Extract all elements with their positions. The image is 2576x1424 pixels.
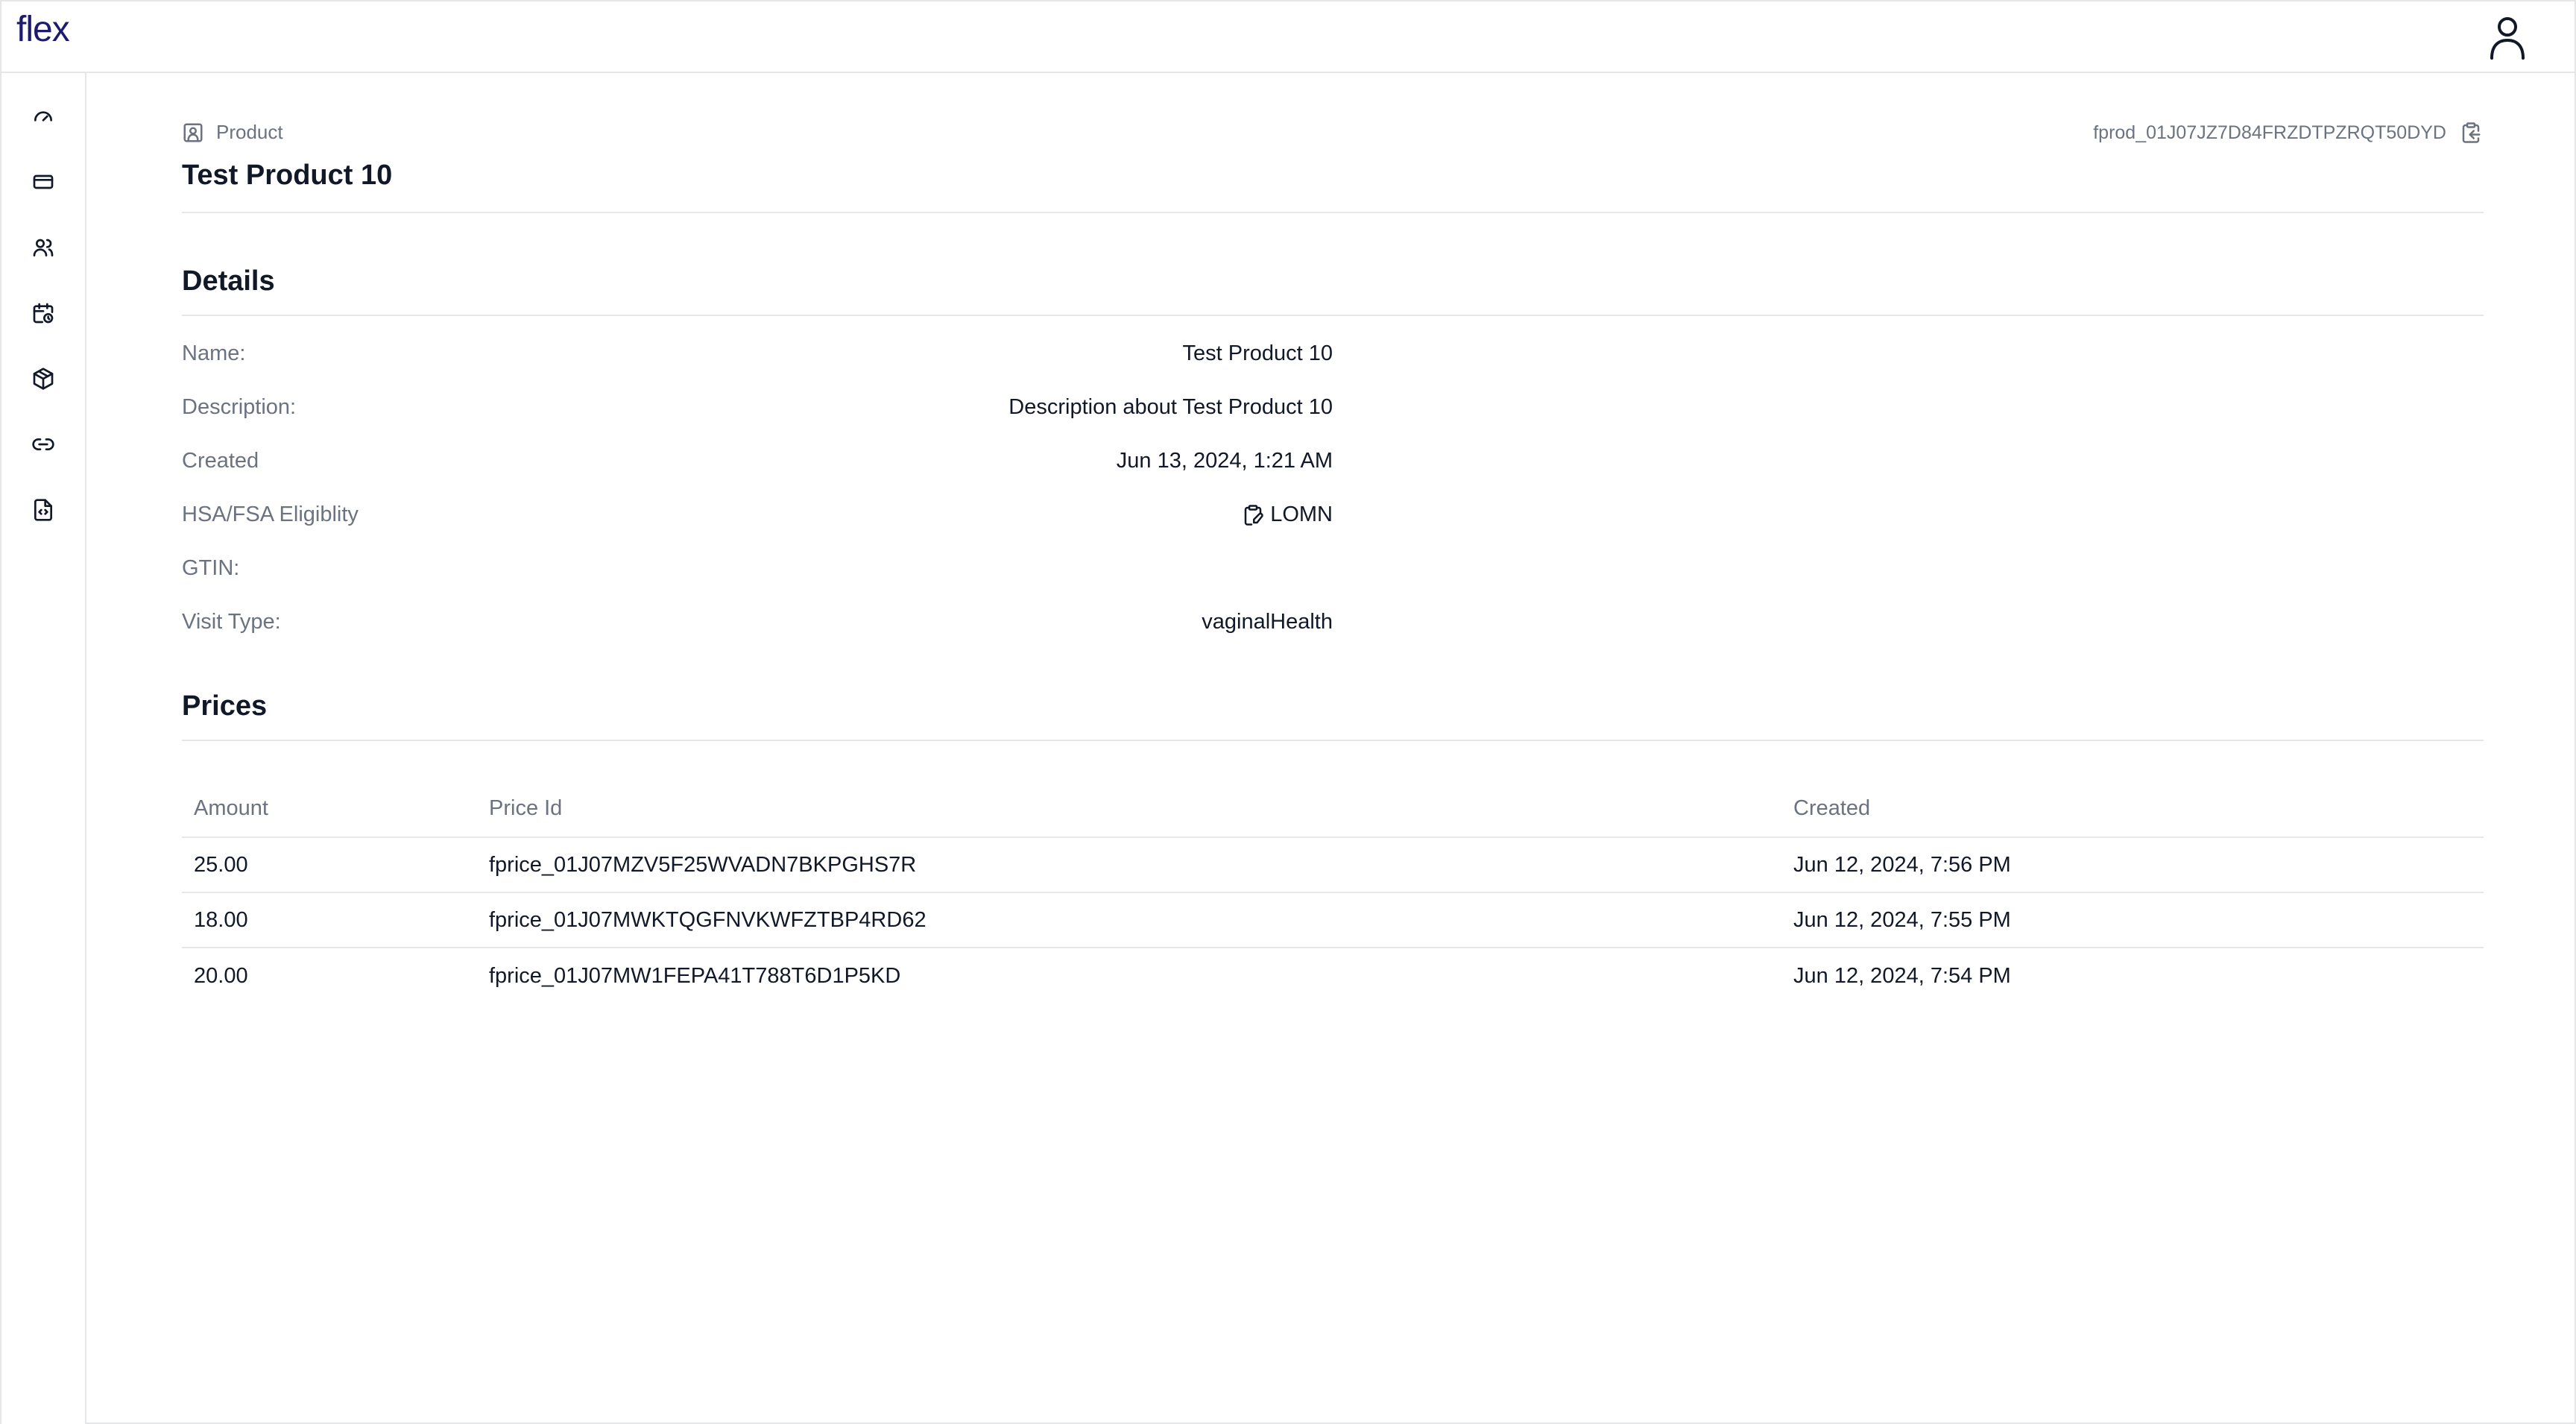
cell-amount: 18.00	[194, 907, 248, 932]
detail-label: HSA/FSA Eligiblity	[182, 503, 359, 526]
sidebar-nav	[1, 73, 86, 1424]
details-divider	[182, 315, 2484, 316]
detail-row-visit-type: Visit Type: vaginalHealth	[182, 610, 1333, 640]
cell-created: Jun 12, 2024, 7:54 PM	[1793, 963, 2011, 988]
clipboard-edit-icon[interactable]	[1242, 503, 1264, 527]
table-row[interactable]: 25.00 fprice_01J07MZV5F25WVADN7BKPGHS7R …	[182, 838, 2484, 893]
sidebar-item-documents[interactable]	[27, 494, 60, 526]
copy-id-button[interactable]	[2460, 121, 2484, 145]
cell-price-id: fprice_01J07MZV5F25WVADN7BKPGHS7R	[489, 852, 917, 877]
column-header-created[interactable]: Created	[1793, 780, 1870, 837]
column-header-amount[interactable]: Amount	[194, 780, 268, 837]
cell-price-id: fprice_01J07MWKTQGFNVKWFZTBP4RD62	[489, 907, 926, 932]
cell-amount: 20.00	[194, 963, 248, 988]
detail-row-name: Name: Test Product 10	[182, 341, 1333, 371]
detail-label: GTIN:	[182, 556, 240, 580]
breadcrumb: Product	[182, 121, 283, 144]
product-id-text: fprod_01J07JZ7D84FRZDTPZRQT50DYD	[2093, 122, 2446, 143]
sidebar-item-subscriptions[interactable]	[27, 297, 60, 330]
detail-row-created: Created Jun 13, 2024, 1:21 AM	[182, 449, 1333, 479]
product-id: fprod_01J07JZ7D84FRZDTPZRQT50DYD	[2093, 121, 2484, 145]
header-divider	[182, 212, 2484, 213]
detail-value: Jun 13, 2024, 1:21 AM	[1116, 449, 1333, 473]
users-icon	[33, 239, 54, 256]
credit-card-icon	[33, 174, 54, 189]
detail-row-description: Description: Description about Test Prod…	[182, 395, 1333, 425]
page-title: Test Product 10	[182, 160, 393, 191]
cell-price-id: fprice_01J07MW1FEPA41T788T6D1P5KD	[489, 963, 901, 988]
sidebar-item-links[interactable]	[27, 428, 60, 461]
detail-label: Created	[182, 449, 259, 473]
cell-created: Jun 12, 2024, 7:55 PM	[1793, 907, 2011, 932]
detail-row-hsa-fsa: HSA/FSA Eligiblity LOMN	[182, 503, 1333, 532]
flex-logo[interactable]: flex	[16, 12, 70, 48]
cell-created: Jun 12, 2024, 7:56 PM	[1793, 852, 2011, 877]
sidebar-item-payments[interactable]	[27, 166, 60, 198]
gauge-icon	[34, 111, 52, 122]
user-account-button[interactable]	[2485, 12, 2530, 63]
user-icon	[2490, 17, 2525, 60]
details-heading: Details	[182, 265, 275, 297]
app-window: flex Product fprod_01J07JZ7D84FRZDTPZRQT…	[0, 0, 2576, 1424]
prices-divider	[182, 740, 2484, 741]
product-badge-icon	[182, 122, 204, 144]
detail-value-hsa: LOMN	[1242, 503, 1333, 527]
sidebar-item-customers[interactable]	[27, 231, 60, 264]
detail-label: Visit Type:	[182, 610, 281, 634]
cell-amount: 25.00	[194, 852, 248, 877]
column-header-price-id[interactable]: Price Id	[489, 780, 562, 837]
prices-heading: Prices	[182, 690, 268, 722]
prices-table: Amount Price Id Created 25.00 fprice_01J…	[182, 780, 2484, 1004]
hsa-fsa-value: LOMN	[1270, 503, 1333, 526]
file-code-icon	[34, 499, 52, 521]
top-bar: flex	[1, 1, 2575, 73]
calendar-clock-icon	[33, 303, 54, 324]
detail-label: Description:	[182, 395, 297, 419]
breadcrumb-label: Product	[216, 121, 283, 143]
detail-value: vaginalHealth	[1202, 610, 1333, 634]
detail-row-gtin: GTIN:	[182, 556, 1333, 586]
sidebar-item-products[interactable]	[27, 362, 60, 395]
table-row[interactable]: 18.00 fprice_01J07MWKTQGFNVKWFZTBP4RD62 …	[182, 893, 2484, 948]
sidebar-item-dashboard[interactable]	[27, 100, 60, 133]
link-icon	[32, 438, 54, 450]
detail-value: Description about Test Product 10	[1008, 395, 1333, 419]
clipboard-copy-icon	[2462, 122, 2481, 143]
detail-value: Test Product 10	[1182, 341, 1333, 365]
package-icon	[33, 368, 54, 390]
table-row[interactable]: 20.00 fprice_01J07MW1FEPA41T788T6D1P5KD …	[182, 948, 2484, 1004]
detail-label: Name:	[182, 341, 246, 365]
table-header: Amount Price Id Created	[182, 780, 2484, 838]
